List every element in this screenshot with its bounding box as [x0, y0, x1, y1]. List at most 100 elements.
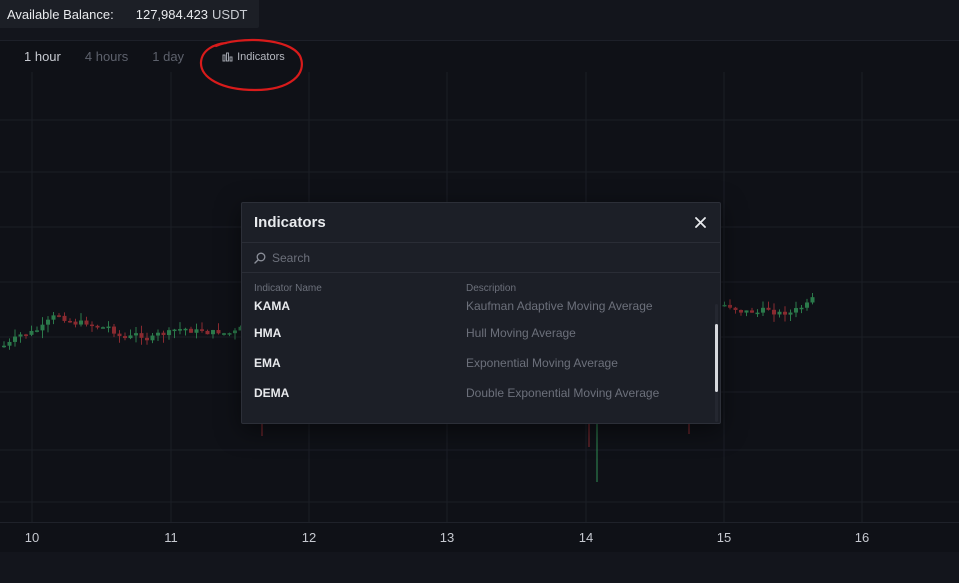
- candle: [117, 330, 122, 343]
- candle: [150, 332, 155, 344]
- indicator-name: EMA: [254, 356, 281, 370]
- balance-value: 127,984.423: [135, 6, 209, 22]
- indicators-button-label: Indicators: [237, 50, 285, 63]
- candle: [101, 326, 105, 329]
- search-bar: [242, 243, 720, 273]
- close-icon[interactable]: [692, 215, 708, 231]
- candle: [2, 341, 6, 348]
- candle: [156, 329, 160, 342]
- candle: [216, 323, 221, 335]
- candle: [183, 327, 188, 336]
- x-tick: 12: [301, 530, 317, 545]
- x-tick: 14: [578, 530, 594, 545]
- x-tick: 13: [439, 530, 455, 545]
- candle: [139, 325, 144, 345]
- candle: [794, 301, 798, 318]
- x-tick: 10: [24, 530, 40, 545]
- scrollbar[interactable]: [715, 304, 718, 422]
- candle: [35, 326, 39, 333]
- candle: [755, 309, 760, 318]
- modal-header: Indicators: [242, 203, 720, 243]
- balance-unit: USDT: [212, 6, 248, 22]
- candle: [189, 326, 193, 333]
- balance-label: Available Balance:: [7, 6, 114, 22]
- candle: [40, 317, 45, 339]
- timeframe-1-hour-button[interactable]: 1 hour: [24, 49, 61, 64]
- x-axis: 10 11 12 13 14 15 16: [0, 522, 959, 552]
- modal-title: Indicators: [254, 214, 326, 231]
- candle: [761, 301, 765, 317]
- indicator-list: KAMA Kaufman Adaptive Moving Average HMA…: [242, 294, 720, 414]
- candle: [13, 329, 17, 347]
- candle: [772, 303, 776, 322]
- candle: [728, 299, 732, 310]
- top-strip: [0, 28, 959, 40]
- candle: [112, 323, 116, 338]
- candle: [200, 322, 204, 333]
- column-headers: Indicator Name Description: [242, 283, 720, 294]
- x-tick: 16: [854, 530, 870, 545]
- candle: [7, 338, 12, 350]
- candle: [29, 325, 34, 337]
- candle: [84, 316, 89, 327]
- candle: [134, 327, 138, 343]
- bar-chart-icon: [222, 52, 233, 61]
- list-item[interactable]: DEMA Double Exponential Moving Average: [242, 378, 720, 408]
- candle: [777, 309, 782, 318]
- indicator-name: KAMA: [254, 299, 290, 313]
- candle: [810, 293, 815, 305]
- x-tick: 15: [716, 530, 732, 545]
- candle: [744, 310, 749, 317]
- candle: [123, 332, 127, 341]
- candle: [79, 313, 83, 327]
- indicator-description: Double Exponential Moving Average: [466, 386, 660, 400]
- candle: [145, 332, 149, 345]
- bottom-strip: [0, 552, 959, 583]
- scrollbar-thumb[interactable]: [715, 324, 718, 392]
- indicator-description: Hull Moving Average: [466, 326, 576, 340]
- candle: [739, 309, 743, 316]
- balance-bar: Available Balance: 127,984.423 USDT: [0, 0, 260, 28]
- column-header-description: Description: [466, 283, 517, 294]
- indicator-description: Exponential Moving Average: [466, 356, 618, 370]
- candle: [799, 304, 804, 314]
- search-icon: [254, 252, 266, 264]
- list-item[interactable]: EMA Exponential Moving Average: [242, 348, 720, 378]
- timeframe-4-hours-button[interactable]: 4 hours: [85, 49, 128, 64]
- indicator-name: DEMA: [254, 386, 290, 400]
- candle: [805, 298, 809, 311]
- candle: [766, 301, 771, 311]
- candle: [194, 323, 199, 339]
- timeframe-1-day-button[interactable]: 1 day: [152, 49, 184, 64]
- candle: [783, 306, 787, 322]
- candle: [51, 312, 56, 325]
- candle: [178, 322, 182, 335]
- candle: [222, 332, 226, 336]
- list-item[interactable]: KAMA Kaufman Adaptive Moving Average: [242, 294, 720, 318]
- candle: [233, 328, 237, 340]
- indicator-name: HMA: [254, 326, 282, 340]
- trading-app: Available Balance: 127,984.423 USDT 1 ho…: [0, 0, 959, 583]
- indicators-modal: Indicators Indicator Name Description KA…: [241, 202, 721, 424]
- x-tick: 11: [164, 530, 178, 545]
- candle: [722, 301, 727, 307]
- candle: [95, 324, 100, 330]
- candle: [62, 312, 67, 323]
- search-input[interactable]: [272, 250, 672, 265]
- candle: [68, 318, 72, 323]
- candle: [73, 318, 78, 328]
- indicator-description: Kaufman Adaptive Moving Average: [466, 299, 653, 313]
- candle: [106, 321, 111, 333]
- list-item[interactable]: HMA Hull Moving Average: [242, 318, 720, 348]
- candle: [57, 313, 61, 318]
- candle: [750, 307, 754, 313]
- candle: [24, 333, 28, 339]
- candle: [205, 329, 210, 335]
- candle: [90, 321, 94, 332]
- candle: [227, 332, 232, 337]
- column-header-name: Indicator Name: [254, 283, 322, 294]
- candle: [733, 306, 738, 314]
- indicators-button[interactable]: Indicators: [222, 51, 285, 63]
- candle: [167, 327, 171, 340]
- candle: [788, 309, 793, 321]
